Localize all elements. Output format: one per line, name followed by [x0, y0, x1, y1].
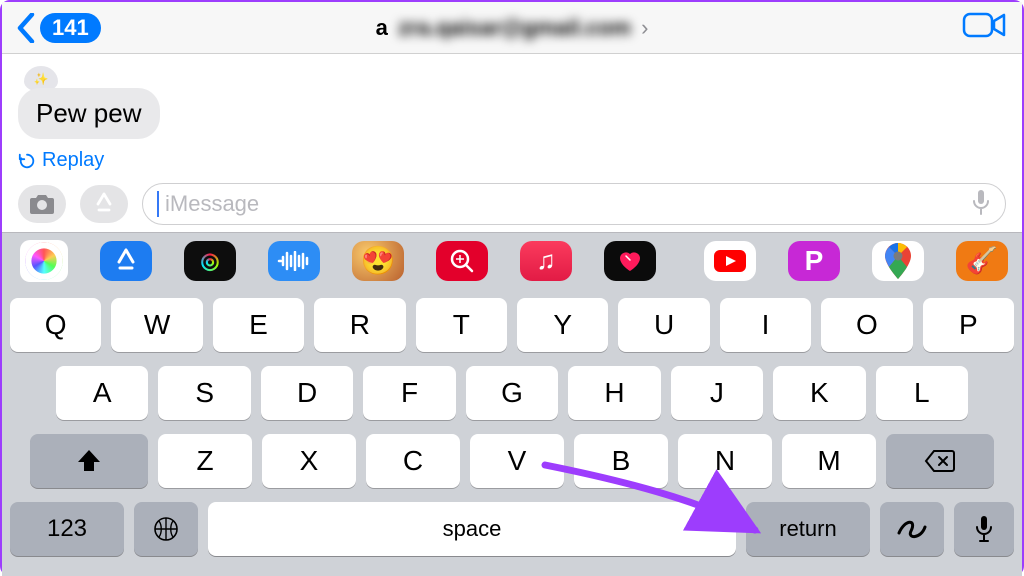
- composer-row: iMessage: [2, 176, 1022, 232]
- appstore-app[interactable]: [100, 241, 152, 281]
- key-o[interactable]: O: [821, 298, 912, 352]
- conversation-area: ✨ Pew pew Replay: [2, 54, 1022, 176]
- key-m[interactable]: M: [782, 434, 876, 488]
- key-x[interactable]: X: [262, 434, 356, 488]
- google-maps-app[interactable]: [872, 241, 924, 281]
- keyboard: Q W E R T Y U I O P A S D F G H J K L Z …: [2, 288, 1022, 576]
- scribble-icon: [895, 515, 929, 543]
- key-l[interactable]: L: [876, 366, 968, 420]
- guitar-icon: 🎸: [966, 245, 998, 276]
- key-j[interactable]: J: [671, 366, 763, 420]
- appstore-icon: [90, 190, 118, 218]
- key-a[interactable]: A: [56, 366, 148, 420]
- backspace-icon: [924, 449, 956, 473]
- key-row-2: A S D F G H J K L: [10, 366, 1014, 420]
- return-key[interactable]: return: [746, 502, 870, 556]
- text-caret: [157, 191, 159, 217]
- replay-label: Replay: [42, 149, 104, 172]
- youtube-app[interactable]: [704, 241, 756, 281]
- key-y[interactable]: Y: [517, 298, 608, 352]
- memoji-app[interactable]: 😍: [352, 241, 404, 281]
- picsart-app[interactable]: P: [788, 241, 840, 281]
- numbers-key[interactable]: 123: [10, 502, 124, 556]
- message-input[interactable]: iMessage: [142, 183, 1006, 225]
- key-g[interactable]: G: [466, 366, 558, 420]
- map-pin-icon: [885, 243, 911, 279]
- images-app[interactable]: [436, 241, 488, 281]
- dictation-key[interactable]: [954, 502, 1014, 556]
- key-p[interactable]: P: [923, 298, 1014, 352]
- facetime-button[interactable]: [962, 9, 1008, 46]
- key-d[interactable]: D: [261, 366, 353, 420]
- key-e[interactable]: E: [213, 298, 304, 352]
- shift-key[interactable]: [30, 434, 148, 488]
- key-n[interactable]: N: [678, 434, 772, 488]
- key-h[interactable]: H: [568, 366, 660, 420]
- audio-messages-app[interactable]: [268, 241, 320, 281]
- message-placeholder: iMessage: [165, 191, 965, 217]
- music-app[interactable]: ♫: [520, 241, 572, 281]
- globe-icon: [152, 515, 180, 543]
- title-prefix: a: [376, 15, 389, 41]
- shift-icon: [76, 448, 102, 474]
- digital-touch-app[interactable]: [604, 241, 656, 281]
- activity-rings-icon: ◎: [200, 248, 219, 274]
- key-row-1: Q W E R T Y U I O P: [10, 298, 1014, 352]
- key-row-4: 123 space return: [10, 502, 1014, 556]
- title-blurred: zra.qaisar@gmail.com: [398, 15, 631, 41]
- delete-key[interactable]: [886, 434, 994, 488]
- appstore-a-icon: [112, 247, 140, 275]
- chevron-left-icon: [16, 13, 36, 43]
- key-s[interactable]: S: [158, 366, 250, 420]
- dictation-inline-icon[interactable]: [971, 189, 991, 220]
- globe-key[interactable]: [134, 502, 198, 556]
- replay-icon: [18, 152, 36, 170]
- key-i[interactable]: I: [720, 298, 811, 352]
- photos-icon: [25, 242, 63, 280]
- space-key[interactable]: space: [208, 502, 736, 556]
- key-q[interactable]: Q: [10, 298, 101, 352]
- imessage-app-strip: ◎ 😍 ♫ P 🎸: [2, 232, 1022, 288]
- microphone-icon: [974, 515, 994, 543]
- conversation-title[interactable]: a zra.qaisar@gmail.com ›: [376, 15, 649, 41]
- apps-button[interactable]: [80, 185, 128, 223]
- key-f[interactable]: F: [363, 366, 455, 420]
- search-grid-icon: [449, 248, 475, 274]
- photos-app[interactable]: [20, 240, 68, 282]
- waveform-icon: [277, 251, 311, 271]
- key-t[interactable]: T: [416, 298, 507, 352]
- video-icon: [962, 9, 1008, 41]
- key-c[interactable]: C: [366, 434, 460, 488]
- key-u[interactable]: U: [618, 298, 709, 352]
- key-v[interactable]: V: [470, 434, 564, 488]
- key-row-3: Z X C V B N M: [10, 434, 1014, 488]
- heart-icon: [616, 249, 644, 273]
- garageband-app[interactable]: 🎸: [956, 241, 1008, 281]
- key-k[interactable]: K: [773, 366, 865, 420]
- incoming-message[interactable]: Pew pew: [18, 88, 160, 139]
- back-button[interactable]: 141: [16, 13, 101, 43]
- youtube-icon: [712, 248, 748, 274]
- replay-button[interactable]: Replay: [18, 149, 1006, 172]
- key-b[interactable]: B: [574, 434, 668, 488]
- memoji-face-icon: 😍: [361, 244, 396, 277]
- key-r[interactable]: R: [314, 298, 405, 352]
- scribble-key[interactable]: [880, 502, 944, 556]
- navigation-bar: 141 a zra.qaisar@gmail.com ›: [2, 2, 1022, 54]
- camera-icon: [28, 192, 56, 216]
- music-note-icon: ♫: [536, 245, 556, 276]
- picsart-p-icon: P: [805, 245, 824, 277]
- key-w[interactable]: W: [111, 298, 202, 352]
- camera-button[interactable]: [18, 185, 66, 223]
- unread-badge: 141: [40, 13, 101, 43]
- fitness-app[interactable]: ◎: [184, 241, 236, 281]
- chevron-right-icon: ›: [641, 15, 648, 41]
- key-z[interactable]: Z: [158, 434, 252, 488]
